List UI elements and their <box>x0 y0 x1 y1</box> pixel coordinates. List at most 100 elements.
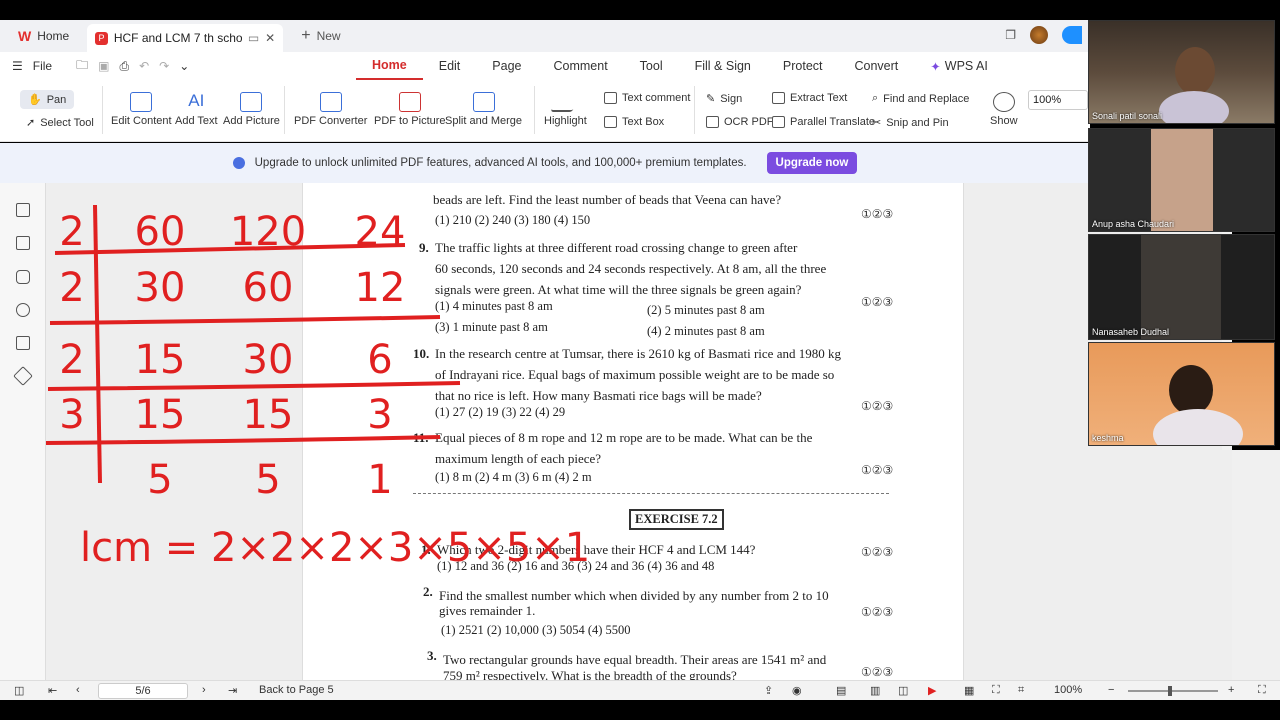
snip-pin-label: Snip and Pin <box>886 116 949 129</box>
e2-number: 2. <box>423 584 433 599</box>
ai-sparkle-icon: ✦ <box>930 59 941 74</box>
tab-home-label: Home <box>37 29 70 43</box>
zoom-slider-knob[interactable] <box>1168 686 1172 696</box>
add-text-label: Add Text <box>175 115 218 127</box>
answer-circles-q9: ①②③ <box>861 295 894 309</box>
layers-icon[interactable] <box>13 366 33 386</box>
continuous-icon[interactable]: ▥ <box>870 684 880 697</box>
first-page-icon[interactable]: ⇤ <box>48 684 57 697</box>
signature-icon[interactable] <box>16 336 30 350</box>
layout-icon[interactable]: ▦ <box>964 684 974 697</box>
select-tool-label: Select Tool <box>40 116 94 129</box>
redo-icon[interactable]: ↷ <box>159 59 169 73</box>
right-margin <box>1232 450 1280 680</box>
comment-icon[interactable] <box>16 270 30 284</box>
hamburger-icon[interactable]: ☰ <box>12 59 23 73</box>
tab-wps-ai-label: WPS AI <box>944 59 988 73</box>
highlight-button[interactable]: Highlight <box>544 92 587 127</box>
zoom-input[interactable]: 100% <box>1028 90 1088 110</box>
zoom-out-icon[interactable]: − <box>1108 684 1114 696</box>
tab-wps-ai[interactable]: ✦ WPS AI <box>914 52 1004 80</box>
sign-button[interactable]: ✎ Sign <box>706 92 743 106</box>
undo-icon[interactable]: ↶ <box>139 59 149 73</box>
new-tab-button[interactable]: + New <box>301 27 340 45</box>
zoom-in-icon[interactable]: + <box>1228 684 1234 696</box>
user-avatar[interactable] <box>1030 26 1048 44</box>
fit-screen-icon[interactable]: ⛶ <box>992 684 1000 697</box>
tab-convert[interactable]: Convert <box>839 52 915 80</box>
upgrade-now-button[interactable]: Upgrade now <box>766 152 858 174</box>
play-slideshow-icon[interactable]: ▶ <box>928 684 936 697</box>
tab-tool[interactable]: Tool <box>624 52 679 80</box>
eye-icon[interactable]: ◉ <box>792 684 802 697</box>
tab-protect[interactable]: Protect <box>767 52 839 80</box>
page-number-input[interactable]: 5/6 <box>98 683 188 699</box>
split-merge-button[interactable]: Split and Merge <box>445 92 522 127</box>
e3-line2: 759 m² respectively. What is the breadth… <box>443 668 737 680</box>
edit-content-button[interactable]: Edit Content <box>111 92 172 127</box>
q9-number: 9. <box>419 240 429 255</box>
tab-edit[interactable]: Edit <box>423 52 477 80</box>
close-tab-icon[interactable]: ✕ <box>265 31 275 45</box>
monitor-icon[interactable]: ▭ <box>248 31 259 45</box>
next-page-icon[interactable]: › <box>202 684 206 696</box>
pan-button[interactable]: ✋ Pan <box>20 90 75 109</box>
window-copy-icon[interactable]: ❐ <box>1005 28 1016 42</box>
pdf-converter-button[interactable]: PDF Converter <box>294 92 367 127</box>
thumbnail-icon[interactable] <box>16 236 30 250</box>
print-icon[interactable]: ⎙ <box>119 59 129 74</box>
parallel-translate-button[interactable]: Parallel Translate <box>772 116 875 128</box>
two-page-icon[interactable]: ◫ <box>898 684 908 697</box>
save-icon[interactable]: ▣ <box>98 59 109 73</box>
last-page-icon[interactable]: ⇥ <box>228 684 237 697</box>
participant-tile-2[interactable]: Anup asha Chaudari <box>1088 128 1275 232</box>
snip-pin-button[interactable]: ✂ Snip and Pin <box>872 116 949 130</box>
add-picture-button[interactable]: Add Picture <box>223 92 280 127</box>
attachment-icon[interactable] <box>16 303 30 317</box>
ocr-pdf-button[interactable]: OCR PDF <box>706 116 774 128</box>
select-tool-button[interactable]: ➚ Select Tool <box>26 116 94 130</box>
add-text-button[interactable]: AI Add Text <box>175 92 218 128</box>
participant-tile-1[interactable]: Sonali patil sonali <box>1088 20 1275 124</box>
zoom-slider[interactable] <box>1128 690 1218 692</box>
text-comment-button[interactable]: Text comment <box>604 92 690 104</box>
tab-comment[interactable]: Comment <box>537 52 623 80</box>
tab-home[interactable]: W Home <box>6 23 81 49</box>
q9-option4: (4) 2 minutes past 8 am <box>647 324 765 338</box>
pdf-to-picture-button[interactable]: PDF to Picture <box>374 92 446 127</box>
participant-tile-3[interactable]: Nanasaheb Dudhal <box>1088 234 1275 340</box>
zoom-level[interactable]: 100% <box>1054 684 1082 696</box>
participant-tile-4[interactable]: keshma <box>1088 342 1275 446</box>
crop-icon[interactable]: ⌗ <box>1018 684 1024 697</box>
participant-body <box>1159 91 1229 123</box>
cloud-sync-icon[interactable] <box>1062 26 1082 44</box>
tab-fill-sign[interactable]: Fill & Sign <box>679 52 767 80</box>
show-button[interactable]: Show <box>990 92 1018 127</box>
extract-text-button[interactable]: Extract Text <box>772 92 847 104</box>
prev-page-icon[interactable]: ‹ <box>76 684 80 696</box>
plus-icon: + <box>301 27 311 44</box>
single-page-icon[interactable]: ▤ <box>836 684 846 697</box>
back-to-page-link[interactable]: Back to Page 5 <box>259 684 334 696</box>
participant-name-2: Anup asha Chaudari <box>1092 219 1175 229</box>
tab-home-ribbon[interactable]: Home <box>356 52 423 80</box>
picture-icon <box>240 92 263 112</box>
answer-circles-e3: ①②③ <box>861 665 894 679</box>
bookmark-icon[interactable] <box>16 203 30 217</box>
pdf-to-picture-icon <box>398 92 421 112</box>
sign-label: Sign <box>720 92 743 105</box>
tab-page[interactable]: Page <box>476 52 537 80</box>
open-folder-icon[interactable]: 🗀 <box>76 56 88 77</box>
file-menu[interactable]: File <box>33 59 52 73</box>
ribbon-toolbar: ✋ Pan ➚ Select Tool Edit Content AI Add … <box>0 80 1090 142</box>
chevron-down-icon[interactable]: ⌄ <box>179 59 189 73</box>
text-comment-icon <box>604 92 617 104</box>
q9-line2: 60 seconds, 120 seconds and 24 seconds r… <box>435 261 827 276</box>
sidebar-toggle-icon[interactable]: ◫ <box>14 684 24 697</box>
section-divider <box>413 493 889 494</box>
text-box-button[interactable]: Text Box <box>604 116 664 128</box>
tab-document[interactable]: P HCF and LCM 7 th scholarship ▭ ✕ <box>87 24 284 52</box>
find-replace-button[interactable]: ⌕ Find and Replace <box>872 92 969 105</box>
export-icon[interactable]: ⇪ <box>764 684 773 697</box>
fullscreen-icon[interactable]: ⛶ <box>1258 684 1266 697</box>
